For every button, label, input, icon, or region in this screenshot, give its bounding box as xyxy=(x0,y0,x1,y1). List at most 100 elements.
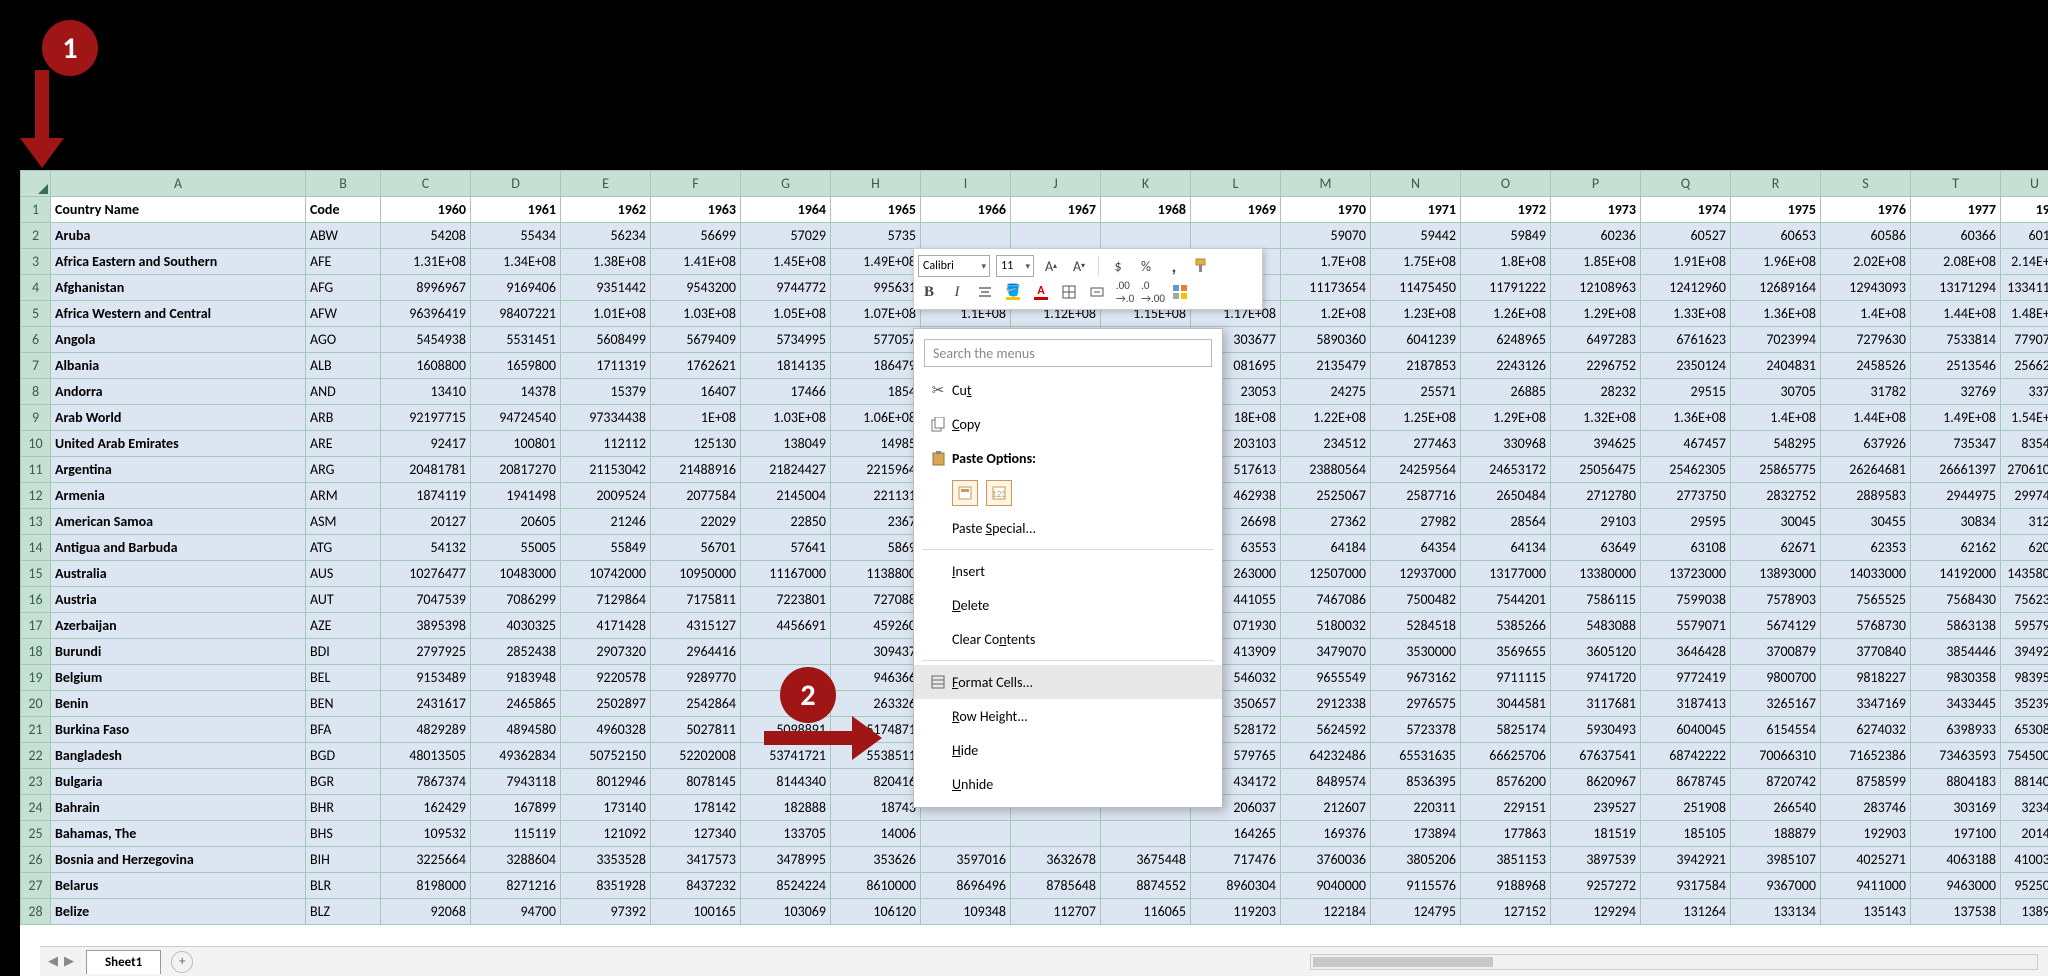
cell[interactable]: 25056475 xyxy=(1551,457,1641,483)
cell[interactable]: Code xyxy=(306,197,381,223)
menu-format-cells[interactable]: Format Cells... xyxy=(914,665,1222,699)
cell[interactable]: 1965 xyxy=(831,197,921,223)
cell[interactable]: 17466 xyxy=(741,379,831,405)
cell[interactable]: 24653172 xyxy=(1461,457,1551,483)
italic-button[interactable]: I xyxy=(946,281,968,303)
cell[interactable]: 6248965 xyxy=(1461,327,1551,353)
row-header[interactable]: 20 xyxy=(21,691,51,717)
cell[interactable]: 3187413 xyxy=(1641,691,1731,717)
cell[interactable]: 13341199 xyxy=(2001,275,2048,301)
cell[interactable]: 55005 xyxy=(471,535,561,561)
cell[interactable]: 2350124 xyxy=(1641,353,1731,379)
cell[interactable]: 6040045 xyxy=(1641,717,1731,743)
cell[interactable]: 192903 xyxy=(1821,821,1911,847)
cell[interactable]: Bahamas, The xyxy=(51,821,306,847)
row-header[interactable]: 16 xyxy=(21,587,51,613)
cell[interactable]: 5624592 xyxy=(1281,717,1371,743)
cell[interactable]: 4100355 xyxy=(2001,847,2048,873)
cell[interactable]: ABW xyxy=(306,223,381,249)
row-header[interactable]: 12 xyxy=(21,483,51,509)
cell[interactable]: 4025271 xyxy=(1821,847,1911,873)
cell[interactable]: Azerbaijan xyxy=(51,613,306,639)
cell[interactable]: 6398933 xyxy=(1911,717,2001,743)
cell[interactable]: 637926 xyxy=(1821,431,1911,457)
cell[interactable]: 3117681 xyxy=(1551,691,1641,717)
cell[interactable]: 133705 xyxy=(741,821,831,847)
col-header-F[interactable]: F xyxy=(651,171,741,197)
col-header-H[interactable]: H xyxy=(831,171,921,197)
cell[interactable]: 7500482 xyxy=(1371,587,1461,613)
col-header-L[interactable]: L xyxy=(1191,171,1281,197)
cell[interactable]: 2431617 xyxy=(381,691,471,717)
cell[interactable]: 64232486 xyxy=(1281,743,1371,769)
cell[interactable]: 1138800 xyxy=(831,561,921,587)
cell[interactable] xyxy=(1101,223,1191,249)
cell[interactable]: 3347169 xyxy=(1821,691,1911,717)
col-header-M[interactable]: M xyxy=(1281,171,1371,197)
cell[interactable]: 4063188 xyxy=(1911,847,2001,873)
cell[interactable]: AZE xyxy=(306,613,381,639)
cell[interactable]: 7578903 xyxy=(1731,587,1821,613)
cell[interactable]: 303169 xyxy=(1911,795,2001,821)
cell[interactable]: 5674129 xyxy=(1731,613,1821,639)
cell[interactable]: 7599038 xyxy=(1641,587,1731,613)
col-header-B[interactable]: B xyxy=(306,171,381,197)
cell[interactable]: 3288604 xyxy=(471,847,561,873)
cell[interactable]: 7568430 xyxy=(1911,587,2001,613)
cell[interactable]: 1.31E+08 xyxy=(381,249,471,275)
cell[interactable]: 9525000 xyxy=(2001,873,2048,899)
cell[interactable]: 8437232 xyxy=(651,873,741,899)
cell[interactable]: 1.8E+08 xyxy=(1461,249,1551,275)
cell[interactable]: 3760036 xyxy=(1281,847,1371,873)
cell[interactable]: 548295 xyxy=(1731,431,1821,457)
row-header[interactable]: 18 xyxy=(21,639,51,665)
cell[interactable]: 96396419 xyxy=(381,301,471,327)
cell[interactable]: 1.91E+08 xyxy=(1641,249,1731,275)
cell[interactable]: 1978 xyxy=(2001,197,2048,223)
cell[interactable]: 169376 xyxy=(1281,821,1371,847)
cell[interactable]: 1963 xyxy=(651,197,741,223)
cell[interactable]: 9153489 xyxy=(381,665,471,691)
cell[interactable]: 60527 xyxy=(1641,223,1731,249)
cell[interactable]: 9220578 xyxy=(561,665,651,691)
cell[interactable]: 12937000 xyxy=(1371,561,1461,587)
cell[interactable]: 2.02E+08 xyxy=(1821,249,1911,275)
cell[interactable]: Argentina xyxy=(51,457,306,483)
cell[interactable]: 234512 xyxy=(1281,431,1371,457)
cell[interactable]: 2145004 xyxy=(741,483,831,509)
cell[interactable]: 2243126 xyxy=(1461,353,1551,379)
cell[interactable]: 25865775 xyxy=(1731,457,1821,483)
cell[interactable]: 92417 xyxy=(381,431,471,457)
cell[interactable]: 73463593 xyxy=(1911,743,2001,769)
cell[interactable]: 5735 xyxy=(831,223,921,249)
cell[interactable]: 60586 xyxy=(1821,223,1911,249)
cell[interactable]: 60653 xyxy=(1731,223,1821,249)
col-header-C[interactable]: C xyxy=(381,171,471,197)
cell[interactable]: 9673162 xyxy=(1371,665,1461,691)
col-header-E[interactable]: E xyxy=(561,171,651,197)
cell[interactable]: 13410 xyxy=(381,379,471,405)
cell[interactable]: 9741720 xyxy=(1551,665,1641,691)
cell[interactable]: 109348 xyxy=(921,899,1011,925)
cell[interactable]: BHR xyxy=(306,795,381,821)
cell[interactable]: 3897539 xyxy=(1551,847,1641,873)
cell[interactable]: 5483088 xyxy=(1551,613,1641,639)
cell[interactable]: 181519 xyxy=(1551,821,1641,847)
cell[interactable]: 5723378 xyxy=(1371,717,1461,743)
cell[interactable]: 8536395 xyxy=(1371,769,1461,795)
cell[interactable]: 1.26E+08 xyxy=(1461,301,1551,327)
cell[interactable]: 8576200 xyxy=(1461,769,1551,795)
cell[interactable]: 277463 xyxy=(1371,431,1461,457)
cell[interactable]: 2009524 xyxy=(561,483,651,509)
cell[interactable]: 182888 xyxy=(741,795,831,821)
conditional-format-icon[interactable] xyxy=(1170,281,1192,303)
cell[interactable]: 66625706 xyxy=(1461,743,1551,769)
cell[interactable]: 12689164 xyxy=(1731,275,1821,301)
cell[interactable]: 112112 xyxy=(561,431,651,457)
cell[interactable]: 727088 xyxy=(831,587,921,613)
col-header-Q[interactable]: Q xyxy=(1641,171,1731,197)
cell[interactable]: 5768730 xyxy=(1821,613,1911,639)
cell[interactable]: 2912338 xyxy=(1281,691,1371,717)
cell[interactable]: Benin xyxy=(51,691,306,717)
cell[interactable]: Bangladesh xyxy=(51,743,306,769)
